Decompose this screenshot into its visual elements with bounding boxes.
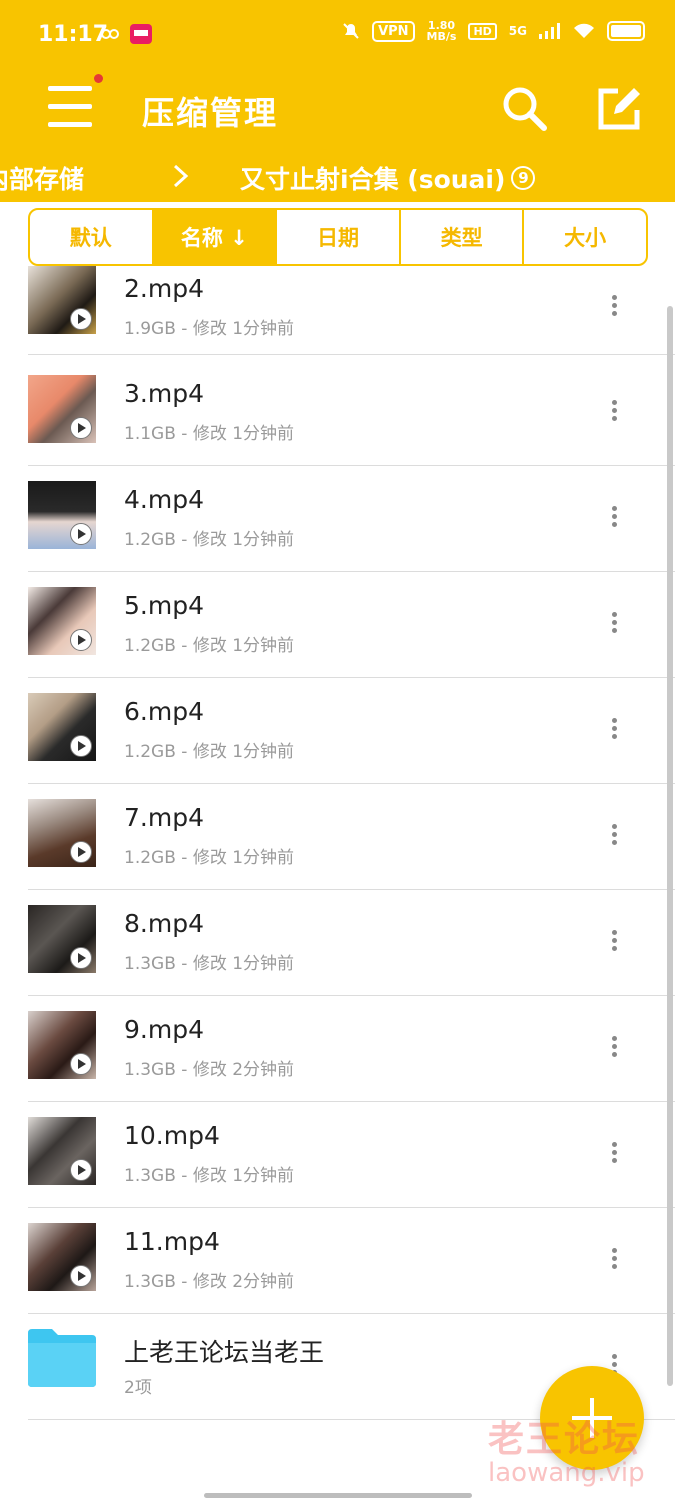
video-thumbnail — [28, 1223, 96, 1291]
video-thumbnail — [28, 1117, 96, 1185]
chevron-right-icon — [173, 164, 189, 188]
file-meta: 1.1GB - 修改 1分钟前 — [124, 424, 295, 444]
more-options-icon[interactable] — [604, 715, 624, 745]
edit-icon[interactable] — [596, 86, 642, 132]
play-icon — [70, 1053, 92, 1075]
sort-tab-size[interactable]: 大小 — [524, 210, 646, 264]
file-meta: 1.3GB - 修改 2分钟前 — [124, 1272, 295, 1292]
video-thumbnail — [28, 905, 96, 973]
folder-icon — [28, 1329, 96, 1387]
file-meta: 1.2GB - 修改 1分钟前 — [124, 530, 295, 550]
play-icon — [70, 417, 92, 439]
video-thumbnail — [28, 481, 96, 549]
play-icon — [70, 308, 92, 330]
battery-icon — [607, 21, 645, 41]
watermark-text: 老王论坛 — [488, 1419, 641, 1460]
folder-meta: 2项 — [124, 1378, 152, 1398]
list-item[interactable]: 6.mp4 1.2GB - 修改 1分钟前 — [0, 689, 675, 794]
file-meta: 1.2GB - 修改 1分钟前 — [124, 848, 295, 868]
file-name: 2.mp4 — [124, 274, 204, 303]
file-name: 5.mp4 — [124, 591, 204, 620]
play-icon — [70, 735, 92, 757]
notification-dot — [94, 74, 103, 83]
list-item[interactable]: 4.mp4 1.2GB - 修改 1分钟前 — [0, 477, 675, 582]
file-name: 8.mp4 — [124, 909, 204, 938]
more-options-icon[interactable] — [604, 1139, 624, 1169]
file-meta: 1.3GB - 修改 1分钟前 — [124, 1166, 295, 1186]
file-name: 9.mp4 — [124, 1015, 204, 1044]
folder-name: 上老王论坛当老王 — [124, 1338, 325, 1367]
list-item[interactable]: 11.mp4 1.3GB - 修改 2分钟前 — [0, 1219, 675, 1324]
more-options-icon[interactable] — [604, 1033, 624, 1063]
play-icon — [70, 1159, 92, 1181]
file-meta: 1.3GB - 修改 1分钟前 — [124, 954, 295, 974]
file-name: 11.mp4 — [124, 1227, 220, 1256]
file-meta: 1.9GB - 修改 1分钟前 — [124, 319, 295, 339]
file-name: 3.mp4 — [124, 379, 204, 408]
play-icon — [70, 629, 92, 651]
video-thumbnail — [28, 375, 96, 443]
list-item[interactable]: 9.mp4 1.3GB - 修改 2分钟前 — [0, 1007, 675, 1112]
breadcrumb: 内部存储 又寸止射i合集 (souai) 9 — [0, 152, 675, 202]
wifi-icon — [574, 23, 594, 38]
play-icon — [70, 841, 92, 863]
list-item[interactable]: 8.mp4 1.3GB - 修改 1分钟前 — [0, 901, 675, 1006]
sort-tab-name[interactable]: 名称 ↓ — [153, 210, 278, 264]
more-options-icon[interactable] — [604, 397, 624, 427]
file-name: 7.mp4 — [124, 803, 204, 832]
breadcrumb-parent[interactable]: 内部存储 — [0, 160, 84, 196]
more-options-icon[interactable] — [604, 292, 624, 322]
hd-indicator: HD — [468, 22, 497, 40]
file-meta: 1.2GB - 修改 1分钟前 — [124, 742, 295, 762]
link-icon — [101, 29, 119, 39]
more-options-icon[interactable] — [604, 821, 624, 851]
play-icon — [70, 523, 92, 545]
list-item[interactable]: 10.mp4 1.3GB - 修改 1分钟前 — [0, 1113, 675, 1218]
network-type: 5G — [508, 24, 527, 38]
file-meta: 1.2GB - 修改 1分钟前 — [124, 636, 295, 656]
page-title: 压缩管理 — [142, 94, 279, 132]
video-thumbnail — [28, 799, 96, 867]
watermark-url: laowang.vip — [488, 1458, 645, 1488]
home-indicator[interactable] — [204, 1493, 472, 1498]
file-name: 6.mp4 — [124, 697, 204, 726]
video-thumbnail — [28, 587, 96, 655]
list-item[interactable]: 3.mp4 1.1GB - 修改 1分钟前 — [0, 371, 675, 476]
sort-tab-default[interactable]: 默认 — [30, 210, 154, 264]
app-bar: 压缩管理 — [0, 70, 675, 152]
status-time: 11:17 — [38, 22, 109, 47]
video-thumbnail — [28, 266, 96, 334]
search-icon[interactable] — [500, 84, 550, 134]
sort-tabs: 默认 名称 ↓ 日期 类型 大小 — [28, 208, 648, 266]
more-options-icon[interactable] — [604, 927, 624, 957]
more-options-icon[interactable] — [604, 609, 624, 639]
mute-icon — [343, 23, 359, 39]
list-item[interactable]: 2.mp4 1.9GB - 修改 1分钟前 — [0, 266, 675, 371]
vpn-indicator: VPN — [372, 20, 415, 42]
play-icon — [70, 1265, 92, 1287]
video-thumbnail — [28, 693, 96, 761]
list-item[interactable]: 5.mp4 1.2GB - 修改 1分钟前 — [0, 583, 675, 688]
more-options-icon[interactable] — [604, 1245, 624, 1275]
status-bar: 11:17 VPN 1.80 MB/s HD 5G — [0, 0, 675, 70]
sort-tab-date[interactable]: 日期 — [277, 210, 401, 264]
play-icon — [70, 947, 92, 969]
breadcrumb-count-badge: 9 — [511, 166, 536, 190]
network-speed: 1.80 MB/s — [426, 19, 457, 43]
breadcrumb-current[interactable]: 又寸止射i合集 (souai) 9 — [240, 160, 536, 196]
list-item[interactable]: 7.mp4 1.2GB - 修改 1分钟前 — [0, 795, 675, 900]
menu-button[interactable] — [48, 86, 94, 132]
sort-tab-type[interactable]: 类型 — [401, 210, 525, 264]
file-name: 4.mp4 — [124, 485, 204, 514]
video-thumbnail — [28, 1011, 96, 1079]
app-notification-icon — [130, 24, 152, 44]
file-meta: 1.3GB - 修改 2分钟前 — [124, 1060, 295, 1080]
scrollbar[interactable] — [667, 306, 673, 1386]
more-options-icon[interactable] — [604, 503, 624, 533]
file-name: 10.mp4 — [124, 1121, 220, 1150]
signal-icon — [539, 23, 560, 39]
